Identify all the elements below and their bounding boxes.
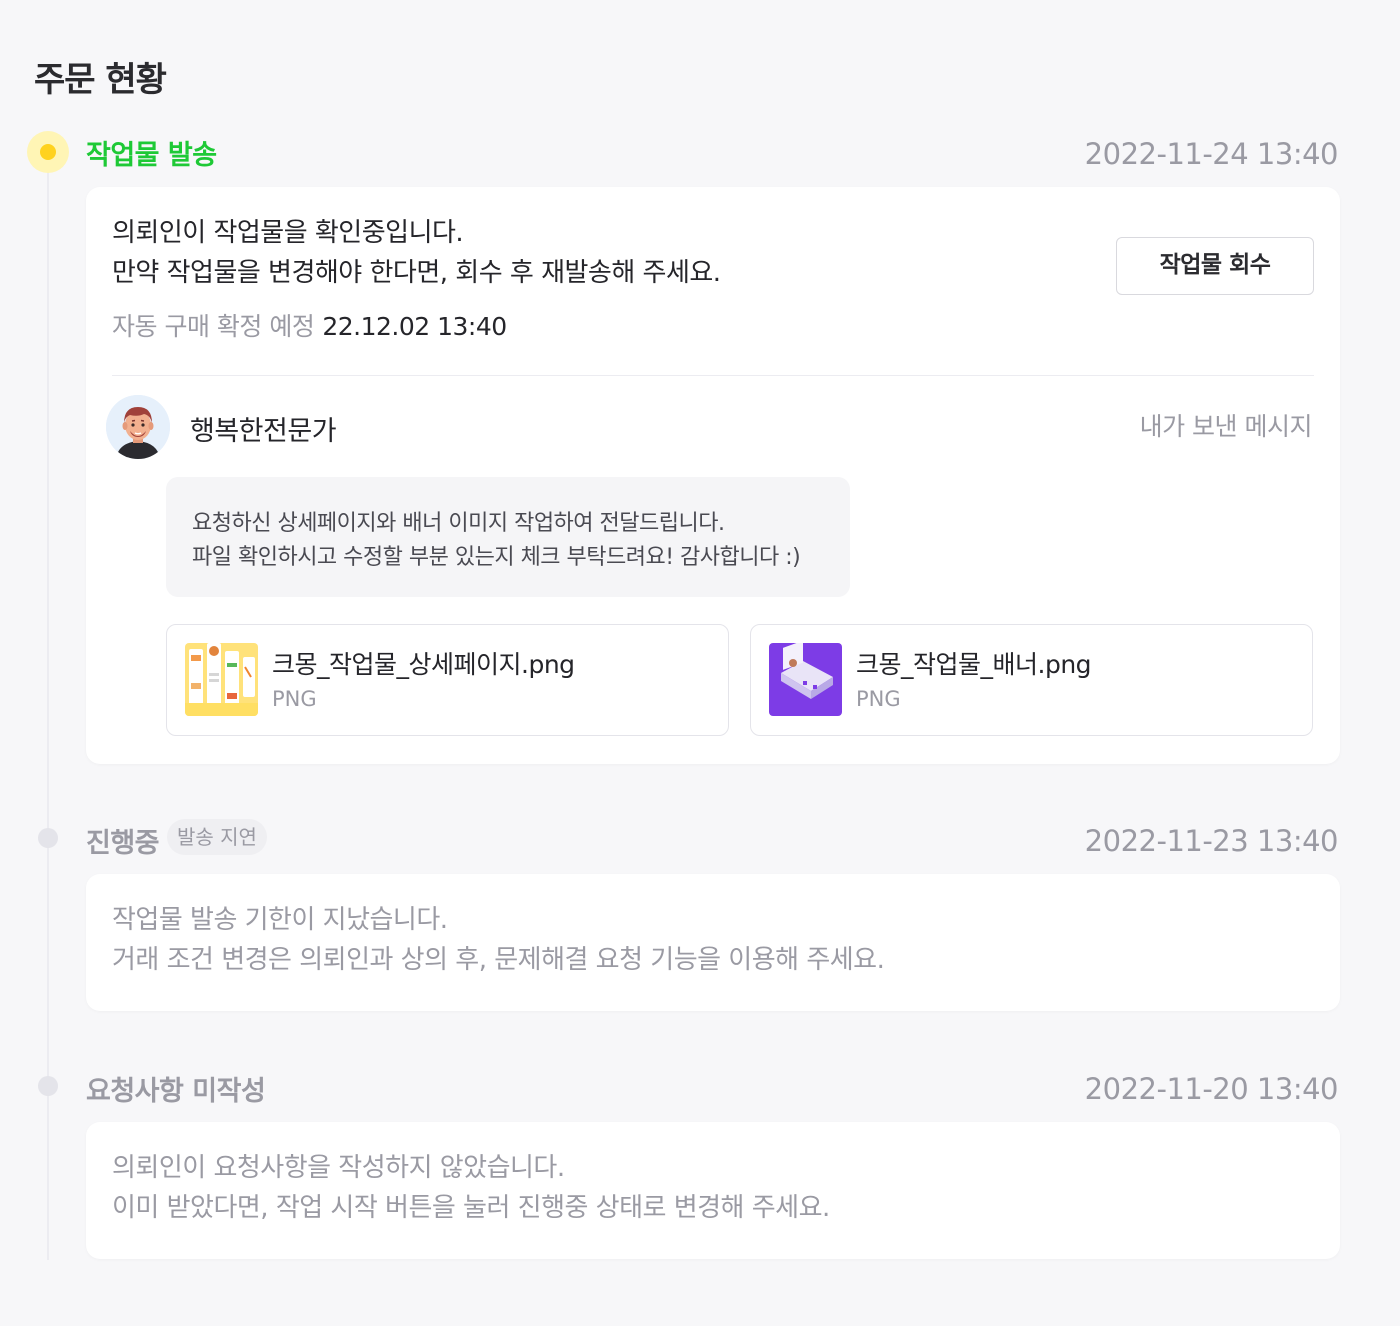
- in-progress-message-line-2: 거래 조건 변경은 의뢰인과 상의 후, 문제해결 요청 기능을 이용해 주세요…: [112, 945, 885, 975]
- card-divider: [112, 375, 1314, 376]
- file-thumbnail-detail: [185, 643, 258, 716]
- auto-confirm-value: 22.12.02 13:40: [322, 312, 507, 341]
- status-badge: 발송 지연: [167, 819, 267, 855]
- file-name: 크몽_작업물_배너.png: [856, 650, 1092, 679]
- message-bubble: 요청하신 상세페이지와 배너 이미지 작업하여 전달드립니다. 파일 확인하시고…: [166, 477, 850, 597]
- file-thumbnail-banner: [769, 643, 842, 716]
- timeline-dot-in-progress: [38, 828, 58, 848]
- step-title-shipped: 작업물 발송: [86, 140, 217, 171]
- step-card-in-progress: 작업물 발송 기한이 지났습니다. 거래 조건 변경은 의뢰인과 상의 후, 문…: [86, 874, 1340, 1011]
- file-attachment-detail-page[interactable]: 크몽_작업물_상세페이지.png PNG: [166, 624, 729, 736]
- order-status-page: 주문 현황 작업물 발송 2022-11-24 13:40 의뢰인이 작업물을 …: [0, 0, 1400, 1326]
- step-date-shipped: 2022-11-24 13:40: [1084, 137, 1339, 171]
- sender-name: 행복한전문가: [190, 416, 337, 447]
- page-title: 주문 현황: [34, 60, 167, 100]
- timeline-line: [47, 172, 49, 1260]
- file-type: PNG: [272, 687, 317, 711]
- step-date-in-progress: 2022-11-23 13:40: [1084, 824, 1339, 858]
- shipped-message-line-2: 만약 작업물을 변경해야 한다면, 회수 후 재발송해 주세요.: [112, 258, 721, 288]
- in-progress-message-line-1: 작업물 발송 기한이 지났습니다.: [112, 905, 448, 935]
- timeline-dot-request-missing: [38, 1076, 58, 1096]
- auto-confirm-label: 자동 구매 확정 예정: [112, 312, 315, 341]
- bubble-line-1: 요청하신 상세페이지와 배너 이미지 작업하여 전달드립니다.: [192, 511, 725, 536]
- file-type: PNG: [856, 687, 901, 711]
- request-missing-message-line-1: 의뢰인이 요청사항을 작성하지 않았습니다.: [112, 1153, 565, 1183]
- auto-confirm-info: 자동 구매 확정 예정 22.12.02 13:40: [112, 307, 507, 343]
- recall-work-button[interactable]: 작업물 회수: [1116, 237, 1314, 295]
- file-name: 크몽_작업물_상세페이지.png: [272, 650, 575, 679]
- bubble-line-2: 파일 확인하시고 수정할 부분 있는지 체크 부탁드려요! 감사합니다 :): [192, 545, 801, 570]
- step-card-request-missing: 의뢰인이 요청사항을 작성하지 않았습니다. 이미 받았다면, 작업 시작 버튼…: [86, 1122, 1340, 1259]
- step-date-request-missing: 2022-11-20 13:40: [1084, 1072, 1339, 1106]
- sent-message-label: 내가 보낸 메시지: [1139, 412, 1313, 441]
- request-missing-message-line-2: 이미 받았다면, 작업 시작 버튼을 눌러 진행중 상태로 변경해 주세요.: [112, 1193, 830, 1223]
- step-card-shipped: 의뢰인이 작업물을 확인중입니다. 만약 작업물을 변경해야 한다면, 회수 후…: [86, 187, 1340, 764]
- file-attachment-banner[interactable]: 크몽_작업물_배너.png PNG: [750, 624, 1313, 736]
- avatar: [106, 395, 170, 459]
- step-title-in-progress: 진행중: [86, 828, 160, 859]
- shipped-message-line-1: 의뢰인이 작업물을 확인중입니다.: [112, 218, 464, 248]
- step-title-request-missing: 요청사항 미작성: [86, 1076, 266, 1107]
- timeline-dot-active-inner: [40, 144, 56, 160]
